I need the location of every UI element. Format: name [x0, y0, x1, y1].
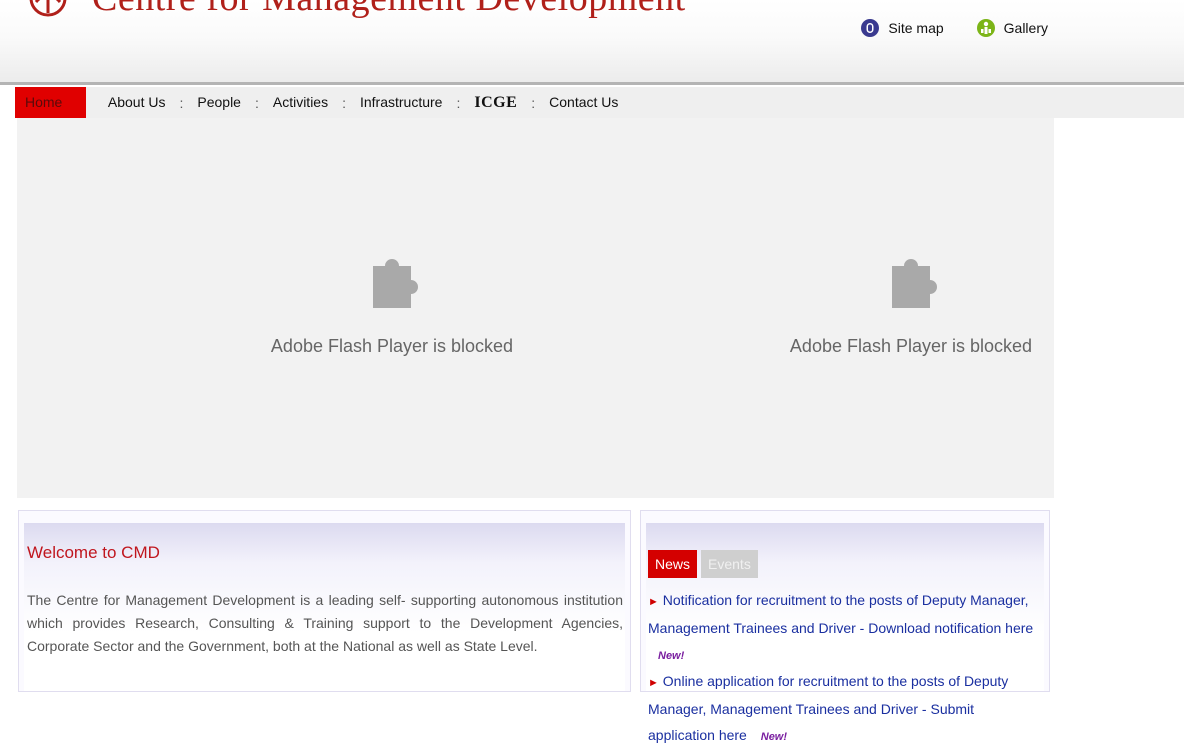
nav-people[interactable]: People: [187, 87, 251, 118]
new-badge: New!: [658, 650, 685, 662]
flash-blocked-notice[interactable]: Adobe Flash Player is blocked: [262, 246, 522, 357]
news-list: ► Notification for recruitment to the po…: [648, 587, 1044, 749]
nav-contact-us[interactable]: Contact Us: [539, 87, 628, 118]
news-panel-body: News Events ► Notification for recruitme…: [646, 523, 1044, 743]
top-links: Site map Gallery: [860, 18, 1048, 38]
nav-activities[interactable]: Activities: [263, 87, 338, 118]
gallery-link[interactable]: Gallery: [976, 18, 1048, 38]
news-events-panel: News Events ► Notification for recruitme…: [640, 510, 1050, 743]
flash-blocked-notice[interactable]: Adobe Flash Player is blocked: [781, 246, 1041, 357]
nav-infrastructure[interactable]: Infrastructure: [350, 87, 452, 118]
flash-blocked-text: Adobe Flash Player is blocked: [270, 336, 514, 356]
nav-separator: :: [456, 94, 461, 111]
nav-about-us[interactable]: About Us: [98, 87, 176, 118]
nav-separator: :: [254, 94, 259, 111]
news-item-text[interactable]: Online application for recruitment to th…: [648, 673, 1008, 743]
gallery-icon: [976, 19, 995, 37]
nav-separator: :: [531, 94, 536, 111]
sitemap-label: Site map: [888, 20, 944, 36]
site-header: Centre for Management Development Site m…: [0, 0, 1184, 85]
sitemap-icon: [861, 19, 880, 37]
welcome-text: The Centre for Management Development is…: [27, 592, 623, 654]
nav-separator: :: [342, 94, 346, 111]
sitemap-link[interactable]: Site map: [860, 18, 944, 38]
news-item[interactable]: ► Online application for recruitment to …: [648, 668, 1044, 750]
plugin-puzzle-icon: [892, 259, 937, 308]
news-item[interactable]: ► Notification for recruitment to the po…: [648, 587, 1044, 669]
arrow-right-icon: ►: [648, 596, 659, 608]
arrow-right-icon: ►: [648, 677, 659, 689]
plugin-puzzle-icon: [373, 259, 418, 308]
nav-icge[interactable]: ICGE: [464, 87, 527, 118]
new-badge: New!: [760, 731, 788, 743]
gallery-label: Gallery: [1003, 20, 1048, 36]
nav-separator: :: [179, 94, 184, 111]
welcome-panel-body: Welcome to CMD The Centre for Management…: [24, 523, 625, 691]
news-item-text[interactable]: Notification for recruitment to the post…: [648, 592, 1033, 636]
tab-news[interactable]: News: [648, 550, 698, 578]
welcome-panel: Welcome to CMD The Centre for Management…: [18, 510, 631, 692]
tab-events[interactable]: Events: [701, 550, 758, 578]
news-tabs: News Events: [648, 550, 758, 578]
flash-blocked-text: Adobe Flash Player is blocked: [789, 336, 1033, 356]
main-nav: Home : About Us : People : Activities : …: [15, 87, 1184, 118]
cmd-logo-icon[interactable]: [28, 0, 68, 18]
flash-banner-area: Adobe Flash Player is blocked Adobe Flas…: [17, 118, 1054, 498]
nav-home[interactable]: Home: [15, 87, 86, 118]
welcome-title: Welcome to CMD: [27, 543, 160, 562]
site-title[interactable]: Centre for Management Development: [92, 0, 686, 20]
